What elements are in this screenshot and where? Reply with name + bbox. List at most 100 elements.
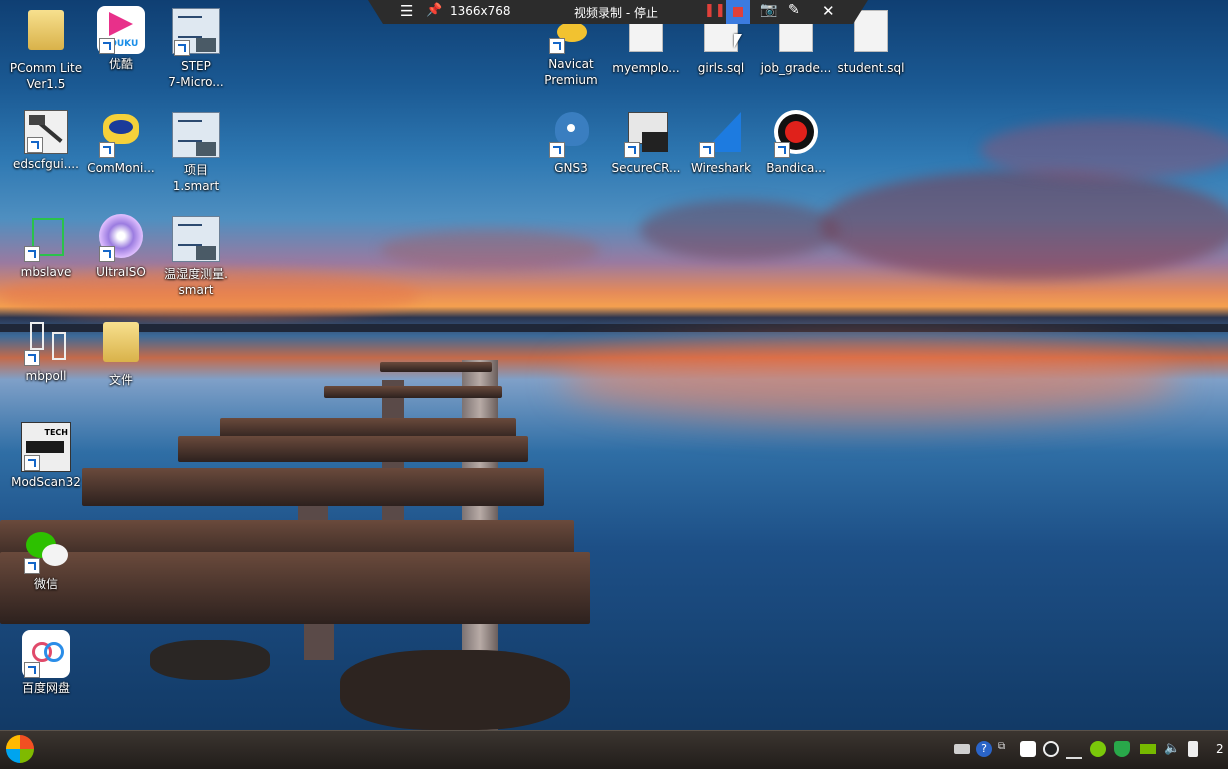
shortcut-arrow-icon xyxy=(99,142,115,158)
shortcut-arrow-icon xyxy=(24,662,40,678)
pause-icon[interactable]: ❚❚ xyxy=(704,3,726,18)
wechat-icon xyxy=(22,526,70,574)
shortcut-arrow-icon xyxy=(549,38,565,54)
desktop-icon-temp-humidity[interactable]: 温湿度测量. smart xyxy=(159,214,233,298)
recording-status: 视频录制 - 停止 xyxy=(574,6,658,20)
desktop-icon-wireshark[interactable]: Wireshark xyxy=(684,110,758,176)
clock[interactable]: 2 xyxy=(1216,742,1224,756)
icon-label: student.sql xyxy=(837,61,905,75)
icon-label: edscfgui.... xyxy=(13,157,79,171)
desktop-icon-baidu-netdisk[interactable]: 百度网盘 xyxy=(9,630,83,696)
shield-icon[interactable] xyxy=(1114,741,1130,757)
cloud xyxy=(640,200,840,260)
menu-icon[interactable]: ☰ xyxy=(400,2,413,20)
signal-bars-icon[interactable] xyxy=(1066,741,1082,759)
shortcut-arrow-icon xyxy=(624,142,640,158)
cloud xyxy=(820,170,1228,280)
monitor-icon[interactable]: ⧉ xyxy=(998,741,1014,757)
shortcut-arrow-icon xyxy=(24,558,40,574)
desktop-icon-step7[interactable]: STEP 7-Micro... xyxy=(159,6,233,90)
shortcut-arrow-icon xyxy=(699,142,715,158)
nvidia-icon[interactable] xyxy=(1140,744,1156,754)
help-icon[interactable]: ? xyxy=(976,741,992,757)
cloud-sync-icon[interactable] xyxy=(1020,741,1036,757)
icon-label: mbpoll xyxy=(25,369,67,383)
pin-icon[interactable]: 📌 xyxy=(426,3,442,18)
shortcut-arrow-icon xyxy=(27,137,43,153)
close-icon[interactable]: ✕ xyxy=(822,2,835,20)
desktop-icon-youku[interactable]: YOUKU 优酷 xyxy=(84,6,158,72)
camera-icon[interactable]: 📷 xyxy=(760,2,777,18)
youku-icon: YOUKU xyxy=(97,6,145,54)
record-tray-icon[interactable] xyxy=(1043,741,1059,757)
gns3-chameleon-icon xyxy=(547,110,595,158)
desktop-icon-gns3[interactable]: GNS3 xyxy=(534,110,608,176)
plug-icon xyxy=(22,318,70,366)
icon-label: 项目 1.smart xyxy=(172,163,220,193)
icon-label: mbslave xyxy=(20,265,72,279)
recording-resolution: 1366x768 xyxy=(450,4,511,18)
icon-label: SecureCR... xyxy=(611,161,681,175)
desktop-wallpaper: PComm Lite Ver1.5 YOUKU 优酷 STEP 7-Micro.… xyxy=(0,0,1228,730)
icon-label: 文件 xyxy=(108,373,133,387)
icon-label: UltraISO xyxy=(96,265,146,279)
shortcut-arrow-icon xyxy=(24,455,40,471)
icon-label: Wireshark xyxy=(690,161,752,175)
windows-logo-icon xyxy=(6,735,34,763)
disc-icon xyxy=(97,214,145,262)
icon-label: ComMoni... xyxy=(87,161,155,175)
icon-label: STEP 7-Micro... xyxy=(168,59,224,89)
keyboard-icon[interactable] xyxy=(954,744,970,754)
icon-label: ModScan32 xyxy=(11,475,81,489)
smart-project-icon xyxy=(172,216,220,262)
desktop-icon-mbslave[interactable]: mbslave xyxy=(9,214,83,280)
desktop-icon-modscan[interactable]: TECH ModScan32 xyxy=(9,422,83,490)
shortcut-arrow-icon xyxy=(774,142,790,158)
terminal-icon xyxy=(622,110,670,158)
modscan-icon: TECH xyxy=(21,422,71,472)
smart-project-icon xyxy=(172,112,220,158)
cloud xyxy=(380,230,600,270)
icon-label: myemplo... xyxy=(612,61,680,75)
desktop-icon-securecrt[interactable]: SecureCR... xyxy=(609,110,683,176)
mouse-cursor-icon xyxy=(734,34,742,48)
pen-icon[interactable]: ✎ xyxy=(788,2,800,18)
desktop-icon-ultraiso[interactable]: UltraISO xyxy=(84,214,158,280)
record-icon xyxy=(772,110,820,158)
volume-icon[interactable]: 🔈 xyxy=(1164,741,1180,757)
usb-device-icon[interactable] xyxy=(1188,741,1198,757)
folder-icon xyxy=(103,322,139,362)
shortcut-arrow-icon xyxy=(24,350,40,366)
shortcut-arrow-icon xyxy=(174,40,190,56)
icon-label: 百度网盘 xyxy=(21,681,70,695)
cloud xyxy=(980,120,1228,180)
plus-icon[interactable] xyxy=(1090,741,1106,757)
stop-icon xyxy=(733,7,743,17)
stop-button[interactable] xyxy=(726,0,750,24)
water-reflection xyxy=(560,340,1180,420)
shortcut-arrow-icon xyxy=(549,142,565,158)
icon-label: 温湿度测量. smart xyxy=(164,267,228,297)
icon-label: Bandica... xyxy=(766,161,826,175)
hammer-tool-icon xyxy=(24,110,68,154)
icon-label: girls.sql xyxy=(697,61,745,75)
desktop-icon-mbpoll[interactable]: mbpoll xyxy=(9,318,83,384)
icon-label: GNS3 xyxy=(554,161,588,175)
icon-label: Navicat Premium xyxy=(544,57,598,87)
horizon-line xyxy=(0,324,1228,332)
desktop-icon-wenjian[interactable]: 文件 xyxy=(84,318,158,388)
desktop-icon-edscfgui[interactable]: edscfgui.... xyxy=(9,110,83,172)
desktop-icon-bandicam[interactable]: Bandica... xyxy=(759,110,833,176)
screen-recorder-toolbar: ☰ 📌 1366x768 视频录制 - 停止 ❚❚ 📷 ✎ ✕ xyxy=(368,0,868,24)
desktop-icon-project1[interactable]: 项目 1.smart xyxy=(159,110,233,194)
sql-file-icon xyxy=(854,10,888,52)
start-button[interactable] xyxy=(4,733,36,765)
duck-icon xyxy=(97,110,145,158)
desktop-icon-wechat[interactable]: 微信 xyxy=(9,526,83,592)
desktop-icon-commonitor[interactable]: ComMoni... xyxy=(84,110,158,176)
desktop-icon-pcomm[interactable]: PComm Lite Ver1.5 xyxy=(9,6,83,92)
shortcut-arrow-icon xyxy=(24,246,40,262)
icon-label: 微信 xyxy=(33,577,58,591)
icon-label: job_grade... xyxy=(760,61,832,75)
shortcut-arrow-icon xyxy=(99,38,115,54)
